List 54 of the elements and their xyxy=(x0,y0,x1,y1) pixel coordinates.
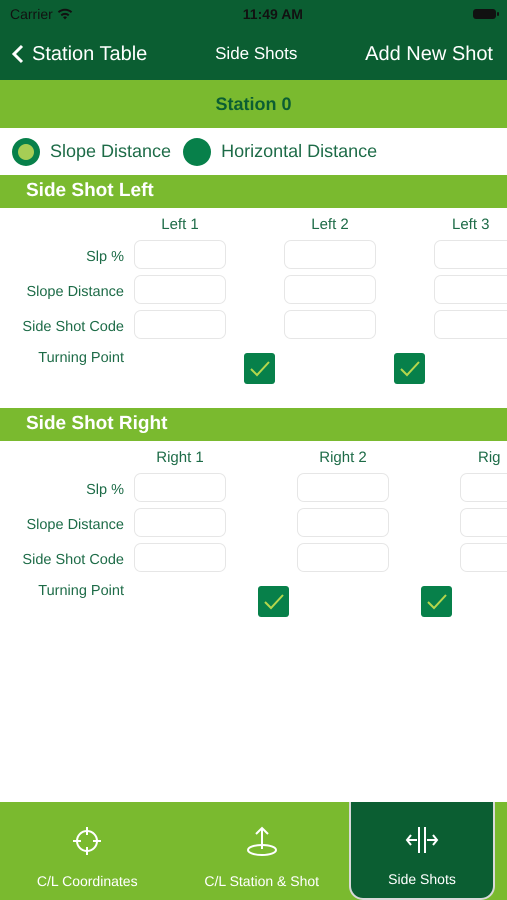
field-label: Turning Point xyxy=(38,582,124,601)
input-field[interactable] xyxy=(134,473,226,502)
section-header: Side Shot Right xyxy=(0,408,507,441)
field-label: Slope Distance xyxy=(26,516,124,535)
field-label: Side Shot Code xyxy=(22,318,124,337)
column-header: Right 2 xyxy=(318,448,368,468)
input-field[interactable] xyxy=(297,473,389,502)
column-header: Left 1 xyxy=(160,215,200,235)
input-field[interactable] xyxy=(134,240,226,269)
input-field[interactable] xyxy=(434,240,507,269)
field-label: Turning Point xyxy=(38,349,124,368)
back-button[interactable]: Station Table xyxy=(12,39,148,69)
input-field[interactable] xyxy=(284,240,376,269)
section-header: Side Shot Left xyxy=(0,175,507,208)
input-field[interactable] xyxy=(134,543,226,572)
field-label: Slp % xyxy=(86,480,124,500)
checkmark-icon xyxy=(426,592,448,610)
input-field[interactable] xyxy=(284,310,376,339)
column-header: Left 3 xyxy=(451,215,490,235)
field-label: Slope Distance xyxy=(26,282,124,302)
checkbox[interactable] xyxy=(244,353,275,384)
split-arrows-icon xyxy=(405,825,439,855)
column-header: Rig xyxy=(477,448,501,468)
input-field[interactable] xyxy=(134,508,226,537)
checkmark-icon xyxy=(398,360,420,378)
field-label: Side Shot Code xyxy=(22,550,124,570)
field-label: Slp % xyxy=(86,248,124,267)
input-field[interactable] xyxy=(434,310,507,339)
column-header: Right 1 xyxy=(155,448,205,468)
status-time: 11:49 AM xyxy=(242,4,303,24)
checkmark-icon xyxy=(248,360,270,378)
input-field[interactable] xyxy=(134,275,226,304)
station-bar: Station 0 xyxy=(0,80,507,128)
add-new-shot-button[interactable]: Add New Shot xyxy=(365,39,493,69)
checkbox[interactable] xyxy=(421,586,452,617)
nav-title: Side Shots xyxy=(215,43,298,66)
input-field[interactable] xyxy=(134,310,226,339)
checkbox[interactable] xyxy=(394,353,425,384)
wifi-icon xyxy=(56,8,73,20)
crosshair-icon xyxy=(71,825,104,857)
input-field[interactable] xyxy=(284,275,376,304)
column-header: Left 2 xyxy=(310,215,350,235)
tab[interactable]: Side Shots xyxy=(349,802,495,900)
upload-arrow-icon xyxy=(244,825,279,857)
battery-icon xyxy=(473,8,499,20)
distance-mode-radio[interactable]: Horizontal Distance xyxy=(183,138,378,166)
chevron-left-icon xyxy=(12,44,24,64)
input-field[interactable] xyxy=(297,508,389,537)
input-field[interactable] xyxy=(297,543,389,572)
distance-mode-radio[interactable]: Slope Distance xyxy=(12,138,172,166)
checkmark-icon xyxy=(262,592,284,610)
input-field[interactable] xyxy=(434,275,507,304)
checkbox[interactable] xyxy=(258,586,289,617)
carrier-label: Carrier xyxy=(10,4,53,24)
